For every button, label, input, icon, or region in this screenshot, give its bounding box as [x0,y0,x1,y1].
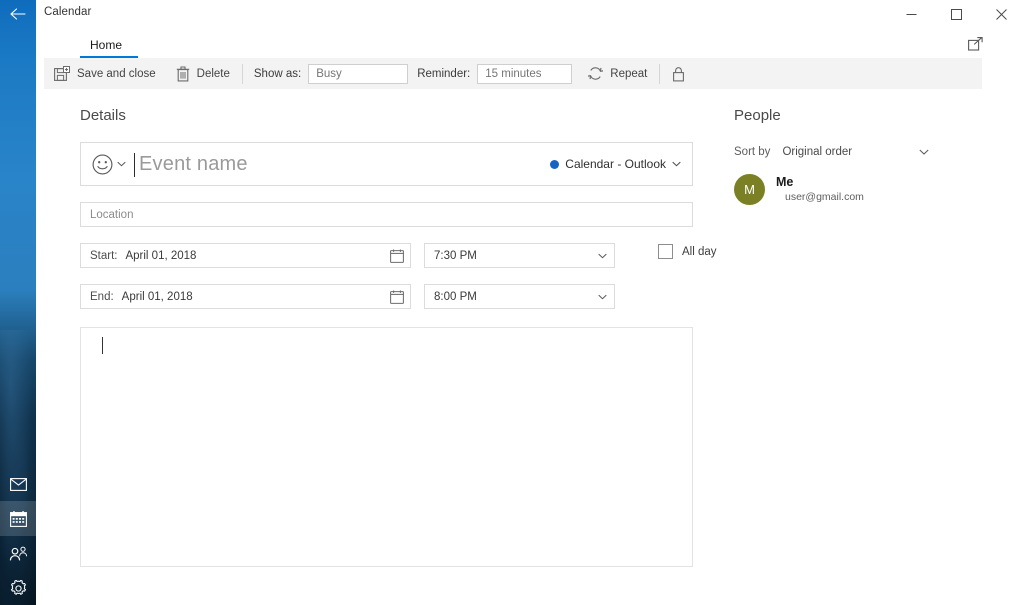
save-and-close-label: Save and close [77,67,156,80]
notes-editor[interactable] [80,327,693,567]
reminder-value: 15 minutes [485,67,542,80]
ribbon-separator [241,63,243,84]
back-button[interactable] [0,0,36,28]
mail-icon [9,478,27,491]
repeat-label: Repeat [610,67,648,80]
calendar-event-window: Calendar Home Save and close Delete Show… [0,0,1024,605]
rail-item-people[interactable] [0,536,36,571]
list-item[interactable]: M Me user@gmail.com [734,174,864,205]
close-icon [996,8,1007,20]
all-day-label: All day [682,245,717,258]
person-info: Me user@gmail.com [776,175,864,204]
avatar: M [734,174,765,205]
repeat-button[interactable]: Repeat [578,58,657,89]
title-bar: Calendar [36,0,1024,28]
start-label: Start: [90,249,118,262]
chevron-down-icon [117,161,126,167]
calendar-picker-icon[interactable] [390,249,404,263]
chevron-down-icon [598,294,607,299]
minimize-button[interactable] [889,0,934,28]
content-area: Details Event name Calendar - Outlook Lo… [36,89,1024,605]
all-day-checkbox[interactable] [658,244,673,259]
lock-icon [673,66,685,81]
reminder-select[interactable]: 15 minutes [477,63,573,84]
details-heading: Details [80,107,126,124]
minimize-icon [906,13,917,15]
close-button[interactable] [979,0,1024,28]
event-name-row: Event name Calendar - Outlook [80,142,693,186]
calendar-name-label: Calendar - Outlook [565,157,666,171]
sort-by-value: Original order [782,146,853,158]
people-icon [9,546,27,560]
rail-item-calendar[interactable] [0,501,36,536]
arrow-left-icon [9,8,26,20]
calendar-icon [9,510,27,527]
gear-icon [10,580,26,595]
start-time-select[interactable]: 7:30 PM [424,243,615,268]
reminder-label: Reminder: [417,67,471,80]
open-in-new-window-button[interactable] [961,32,989,56]
end-time-select[interactable]: 8:00 PM [424,284,615,309]
calendar-picker-icon[interactable] [390,290,404,304]
people-heading: People [734,107,781,124]
emoji-picker-button[interactable] [81,143,134,185]
tab-home[interactable]: Home [80,31,132,58]
sort-by-label: Sort by [734,146,771,158]
save-and-close-button[interactable]: Save and close [44,58,166,89]
all-day-toggle[interactable]: All day [658,244,717,259]
chevron-down-icon [598,253,607,258]
smiley-icon [92,154,113,174]
end-date-value: April 01, 2018 [121,290,193,303]
trash-icon [176,65,189,81]
person-name: Me [776,175,794,189]
show-as-select[interactable]: Busy [308,63,409,84]
avatar-initial: M [744,182,755,197]
event-name-placeholder: Event name [139,152,248,175]
start-date-input[interactable]: Start: April 01, 2018 [80,243,411,268]
rail-item-settings[interactable] [0,571,36,605]
save-icon [54,65,70,81]
text-caret [134,153,135,177]
maximize-icon [951,8,962,20]
start-date-value: April 01, 2018 [125,249,197,262]
delete-button[interactable]: Delete [166,58,240,89]
person-email: user@gmail.com [785,191,864,203]
delete-label: Delete [196,67,230,80]
location-input[interactable]: Location [80,202,693,227]
calendar-color-dot [550,159,560,169]
calendar-select[interactable]: Calendar - Outlook [542,143,692,185]
start-time-value: 7:30 PM [434,249,477,262]
text-caret [102,337,103,354]
tab-home-label: Home [90,37,123,52]
sort-by-select[interactable]: Sort by Original order [734,146,929,158]
ribbon-tab-strip: Home [36,28,1024,58]
chevron-down-icon [672,161,681,167]
event-name-input[interactable]: Event name [134,143,542,185]
show-as-label: Show as: [253,67,302,80]
rail-item-mail[interactable] [0,467,36,502]
end-time-value: 8:00 PM [434,290,477,303]
chevron-down-icon [919,149,929,155]
open-in-new-window-icon [967,37,983,51]
left-navigation-rail [0,0,36,605]
end-date-input[interactable]: End: April 01, 2018 [80,284,411,309]
end-label: End: [90,290,114,303]
repeat-icon [588,67,604,80]
maximize-button[interactable] [934,0,979,28]
app-title: Calendar [44,6,92,18]
show-as-value: Busy [316,67,342,80]
ribbon-separator-2 [659,63,661,84]
location-placeholder: Location [90,208,134,221]
ribbon-toolbar: Save and close Delete Show as: Busy Remi… [44,58,982,89]
private-button[interactable] [662,58,695,89]
